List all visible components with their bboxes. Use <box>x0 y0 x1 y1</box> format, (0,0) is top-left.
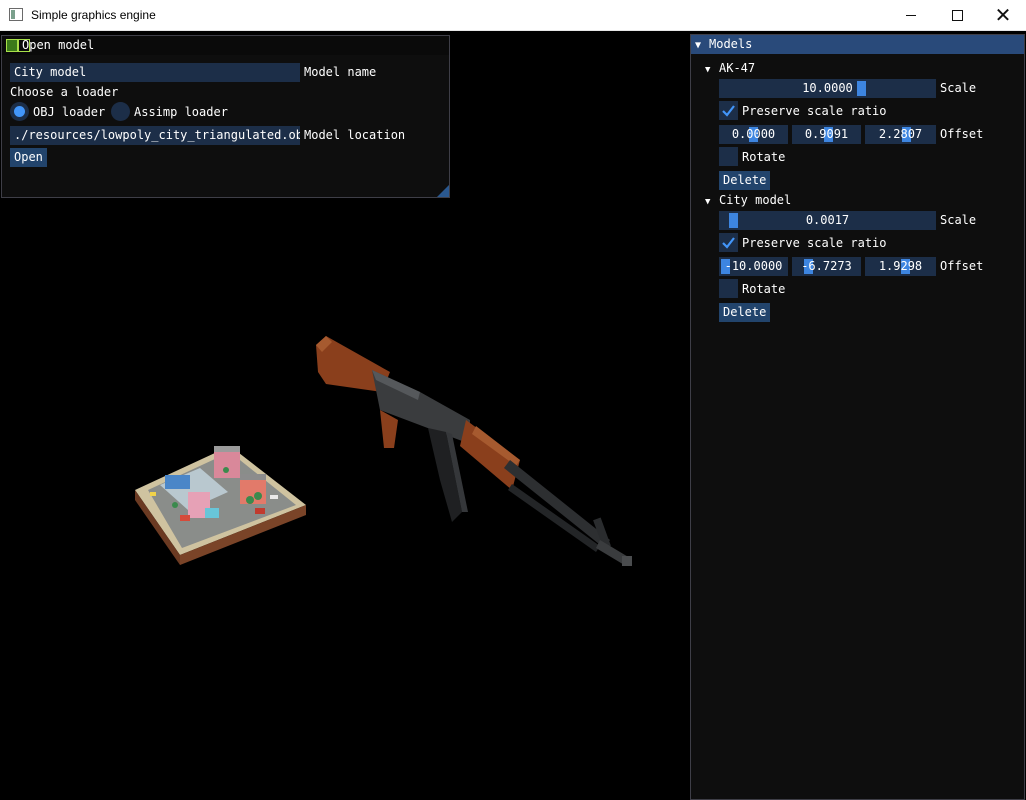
open-model-title: Open model <box>22 38 95 52</box>
ak47-offset-y[interactable]: 0.9091 <box>792 125 861 144</box>
scale-label: Scale <box>940 81 977 95</box>
ak47-preserve-checkbox[interactable] <box>719 101 738 120</box>
maximize-button[interactable] <box>934 0 980 30</box>
ak47-model-render <box>316 336 632 566</box>
slider-value: 10.0000 <box>802 81 853 95</box>
tree-node-label: City model <box>719 193 792 207</box>
models-title-bar[interactable]: ▼ Models <box>691 35 1024 54</box>
models-title: Models <box>709 37 753 51</box>
city-scale-slider[interactable]: 0.0017 <box>719 211 936 230</box>
slider-value: 0.0000 <box>731 127 776 141</box>
app-icon <box>9 8 23 21</box>
slider-value: 0.0017 <box>805 213 850 227</box>
city-delete-button[interactable]: Delete <box>719 303 771 322</box>
ak47-delete-button[interactable]: Delete <box>719 171 771 190</box>
model-location-label: Model location <box>304 128 406 142</box>
assimp-loader-label: Assimp loader <box>134 105 228 119</box>
collapse-arrow-icon[interactable]: ▼ <box>695 36 709 55</box>
close-button[interactable]: ✕ <box>980 0 1026 30</box>
tree-expanded-icon: ▼ <box>705 197 711 207</box>
city-preserve-checkbox[interactable] <box>719 233 738 252</box>
rotate-label: Rotate <box>742 150 786 164</box>
window-title: Simple graphics engine <box>31 8 156 22</box>
open-button[interactable]: Open <box>10 148 47 167</box>
tree-node-city-model[interactable]: ▼ City model <box>705 191 791 212</box>
scale-label: Scale <box>940 213 977 227</box>
ak47-scale-slider[interactable]: 10.0000 <box>719 79 936 98</box>
ak47-rotate-checkbox[interactable] <box>719 147 738 166</box>
city-rotate-checkbox[interactable] <box>719 279 738 298</box>
slider-value: 1.9298 <box>878 259 923 273</box>
models-window: ▼ Models ▼ AK-47 10.0000 Scale Preserve sc… <box>690 34 1025 800</box>
model-location-input[interactable]: ./resources/lowpoly_city_triangulated.ob… <box>10 126 300 145</box>
slider-value: -10.0000 <box>724 259 783 273</box>
minimize-button[interactable] <box>888 0 934 30</box>
resize-grip[interactable] <box>437 185 449 197</box>
close-icon: ✕ <box>994 4 1012 27</box>
city-offset-y[interactable]: -6.7273 <box>792 257 861 276</box>
model-name-input[interactable]: City model <box>10 63 300 82</box>
tree-node-ak47[interactable]: ▼ AK-47 <box>705 59 755 80</box>
offset-label: Offset <box>940 127 984 141</box>
ak47-offset-z[interactable]: 2.2807 <box>865 125 936 144</box>
preserve-label: Preserve scale ratio <box>742 104 887 118</box>
obj-loader-radio[interactable] <box>10 102 29 121</box>
window-title-bar: Simple graphics engine ✕ <box>0 0 1026 31</box>
slider-grab[interactable] <box>857 81 866 96</box>
tree-node-label: AK-47 <box>719 61 756 75</box>
ak47-offset-x[interactable]: 0.0000 <box>719 125 788 144</box>
city-offset-x[interactable]: -10.0000 <box>719 257 788 276</box>
obj-loader-label: OBJ loader <box>33 105 106 119</box>
preserve-label: Preserve scale ratio <box>742 236 887 250</box>
slider-grab[interactable] <box>729 213 738 228</box>
open-model-title-bar[interactable]: Open model <box>2 36 449 55</box>
open-model-window: Open model City model Model name Choose … <box>1 35 450 198</box>
city-model-render <box>135 446 306 565</box>
assimp-loader-radio[interactable] <box>111 102 130 121</box>
city-offset-z[interactable]: 1.9298 <box>865 257 936 276</box>
slider-value: 2.2807 <box>878 127 923 141</box>
slider-value: -6.7273 <box>801 259 852 273</box>
collapse-icon[interactable] <box>6 39 18 52</box>
offset-label: Offset <box>940 259 984 273</box>
model-name-label: Model name <box>304 65 377 79</box>
check-icon <box>722 237 735 249</box>
tree-expanded-icon: ▼ <box>705 65 711 75</box>
rotate-label: Rotate <box>742 282 786 296</box>
loader-prompt: Choose a loader <box>10 85 119 99</box>
check-icon <box>722 105 735 117</box>
slider-value: 0.9091 <box>804 127 849 141</box>
